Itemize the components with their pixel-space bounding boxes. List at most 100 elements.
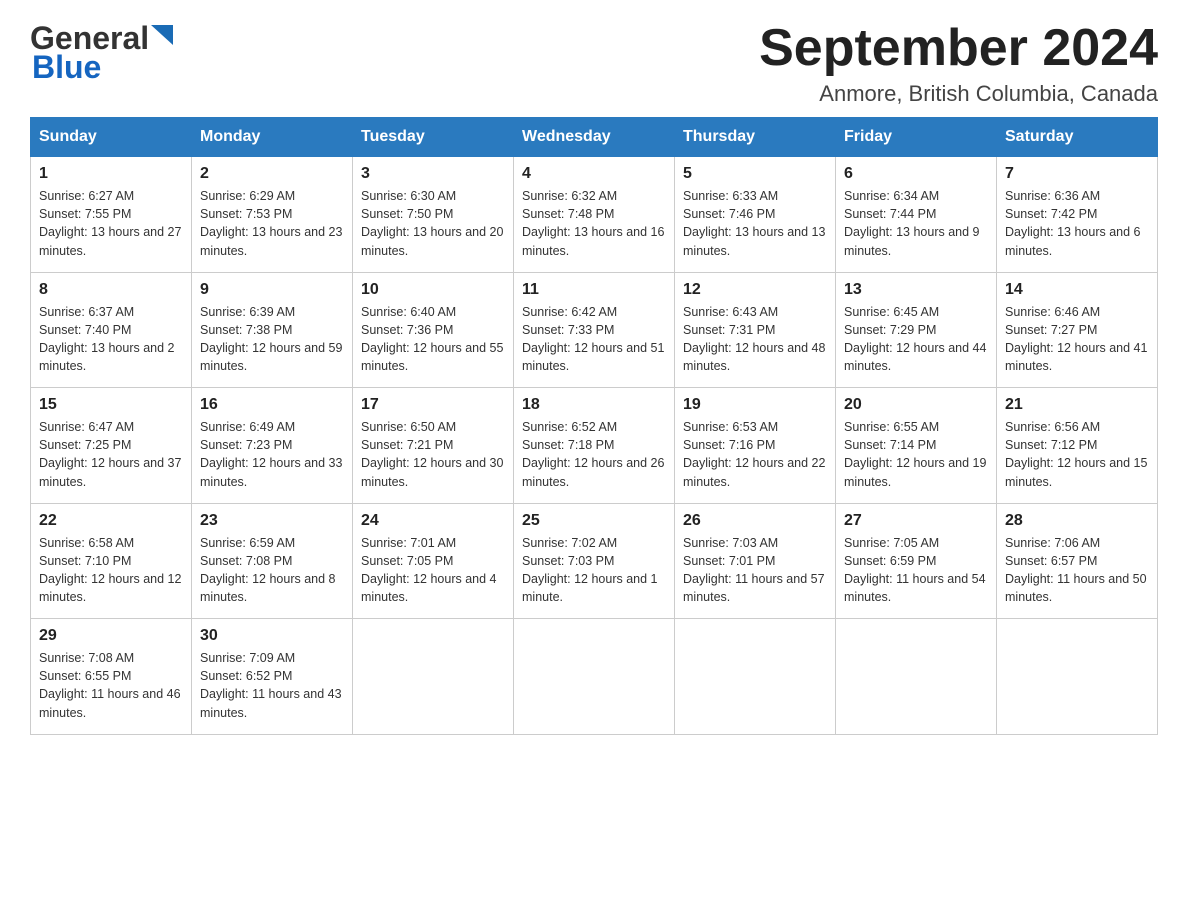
calendar-cell: 21 Sunrise: 6:56 AMSunset: 7:12 PMDaylig… — [997, 388, 1158, 504]
day-number: 20 — [844, 396, 988, 414]
week-row-3: 15 Sunrise: 6:47 AMSunset: 7:25 PMDaylig… — [31, 388, 1158, 504]
day-number: 26 — [683, 512, 827, 530]
calendar-cell: 27 Sunrise: 7:05 AMSunset: 6:59 PMDaylig… — [836, 503, 997, 619]
calendar-cell: 7 Sunrise: 6:36 AMSunset: 7:42 PMDayligh… — [997, 157, 1158, 273]
calendar-cell: 15 Sunrise: 6:47 AMSunset: 7:25 PMDaylig… — [31, 388, 192, 504]
calendar-cell: 23 Sunrise: 6:59 AMSunset: 7:08 PMDaylig… — [192, 503, 353, 619]
day-number: 24 — [361, 512, 505, 530]
day-info: Sunrise: 6:59 AMSunset: 7:08 PMDaylight:… — [200, 534, 344, 607]
calendar-cell: 22 Sunrise: 6:58 AMSunset: 7:10 PMDaylig… — [31, 503, 192, 619]
day-info: Sunrise: 6:32 AMSunset: 7:48 PMDaylight:… — [522, 187, 666, 260]
day-number: 1 — [39, 165, 183, 183]
day-info: Sunrise: 6:49 AMSunset: 7:23 PMDaylight:… — [200, 418, 344, 491]
day-number: 29 — [39, 627, 183, 645]
col-header-sunday: Sunday — [31, 118, 192, 157]
calendar-cell: 16 Sunrise: 6:49 AMSunset: 7:23 PMDaylig… — [192, 388, 353, 504]
calendar-table: SundayMondayTuesdayWednesdayThursdayFrid… — [30, 117, 1158, 735]
col-header-friday: Friday — [836, 118, 997, 157]
day-info: Sunrise: 7:02 AMSunset: 7:03 PMDaylight:… — [522, 534, 666, 607]
calendar-cell — [514, 619, 675, 735]
day-info: Sunrise: 7:03 AMSunset: 7:01 PMDaylight:… — [683, 534, 827, 607]
col-header-tuesday: Tuesday — [353, 118, 514, 157]
day-number: 8 — [39, 281, 183, 299]
day-info: Sunrise: 6:45 AMSunset: 7:29 PMDaylight:… — [844, 303, 988, 376]
logo: General Blue — [30, 20, 173, 86]
calendar-cell: 5 Sunrise: 6:33 AMSunset: 7:46 PMDayligh… — [675, 157, 836, 273]
day-number: 13 — [844, 281, 988, 299]
day-info: Sunrise: 6:46 AMSunset: 7:27 PMDaylight:… — [1005, 303, 1149, 376]
day-number: 11 — [522, 281, 666, 299]
day-info: Sunrise: 6:43 AMSunset: 7:31 PMDaylight:… — [683, 303, 827, 376]
day-info: Sunrise: 6:52 AMSunset: 7:18 PMDaylight:… — [522, 418, 666, 491]
day-info: Sunrise: 6:58 AMSunset: 7:10 PMDaylight:… — [39, 534, 183, 607]
day-number: 3 — [361, 165, 505, 183]
calendar-cell: 2 Sunrise: 6:29 AMSunset: 7:53 PMDayligh… — [192, 157, 353, 273]
day-number: 7 — [1005, 165, 1149, 183]
day-info: Sunrise: 6:27 AMSunset: 7:55 PMDaylight:… — [39, 187, 183, 260]
calendar-cell: 12 Sunrise: 6:43 AMSunset: 7:31 PMDaylig… — [675, 272, 836, 388]
week-row-4: 22 Sunrise: 6:58 AMSunset: 7:10 PMDaylig… — [31, 503, 1158, 619]
day-info: Sunrise: 6:53 AMSunset: 7:16 PMDaylight:… — [683, 418, 827, 491]
day-number: 4 — [522, 165, 666, 183]
calendar-cell — [675, 619, 836, 735]
day-number: 22 — [39, 512, 183, 530]
week-row-5: 29 Sunrise: 7:08 AMSunset: 6:55 PMDaylig… — [31, 619, 1158, 735]
col-header-thursday: Thursday — [675, 118, 836, 157]
day-number: 19 — [683, 396, 827, 414]
location: Anmore, British Columbia, Canada — [759, 81, 1158, 107]
col-header-wednesday: Wednesday — [514, 118, 675, 157]
calendar-cell: 10 Sunrise: 6:40 AMSunset: 7:36 PMDaylig… — [353, 272, 514, 388]
calendar-cell — [836, 619, 997, 735]
day-number: 30 — [200, 627, 344, 645]
day-info: Sunrise: 6:34 AMSunset: 7:44 PMDaylight:… — [844, 187, 988, 260]
week-row-2: 8 Sunrise: 6:37 AMSunset: 7:40 PMDayligh… — [31, 272, 1158, 388]
day-number: 28 — [1005, 512, 1149, 530]
calendar-cell: 25 Sunrise: 7:02 AMSunset: 7:03 PMDaylig… — [514, 503, 675, 619]
day-number: 23 — [200, 512, 344, 530]
day-number: 6 — [844, 165, 988, 183]
day-number: 25 — [522, 512, 666, 530]
calendar-cell: 3 Sunrise: 6:30 AMSunset: 7:50 PMDayligh… — [353, 157, 514, 273]
day-info: Sunrise: 7:06 AMSunset: 6:57 PMDaylight:… — [1005, 534, 1149, 607]
day-info: Sunrise: 7:05 AMSunset: 6:59 PMDaylight:… — [844, 534, 988, 607]
month-title: September 2024 — [759, 20, 1158, 77]
day-info: Sunrise: 6:50 AMSunset: 7:21 PMDaylight:… — [361, 418, 505, 491]
calendar-cell — [997, 619, 1158, 735]
day-info: Sunrise: 6:33 AMSunset: 7:46 PMDaylight:… — [683, 187, 827, 260]
day-info: Sunrise: 7:01 AMSunset: 7:05 PMDaylight:… — [361, 534, 505, 607]
calendar-cell: 14 Sunrise: 6:46 AMSunset: 7:27 PMDaylig… — [997, 272, 1158, 388]
day-info: Sunrise: 7:09 AMSunset: 6:52 PMDaylight:… — [200, 649, 344, 722]
day-number: 2 — [200, 165, 344, 183]
day-info: Sunrise: 6:29 AMSunset: 7:53 PMDaylight:… — [200, 187, 344, 260]
day-number: 17 — [361, 396, 505, 414]
day-number: 27 — [844, 512, 988, 530]
calendar-cell: 24 Sunrise: 7:01 AMSunset: 7:05 PMDaylig… — [353, 503, 514, 619]
day-info: Sunrise: 6:40 AMSunset: 7:36 PMDaylight:… — [361, 303, 505, 376]
day-info: Sunrise: 6:56 AMSunset: 7:12 PMDaylight:… — [1005, 418, 1149, 491]
day-number: 9 — [200, 281, 344, 299]
day-number: 12 — [683, 281, 827, 299]
day-info: Sunrise: 6:55 AMSunset: 7:14 PMDaylight:… — [844, 418, 988, 491]
day-info: Sunrise: 7:08 AMSunset: 6:55 PMDaylight:… — [39, 649, 183, 722]
calendar-cell: 26 Sunrise: 7:03 AMSunset: 7:01 PMDaylig… — [675, 503, 836, 619]
calendar-cell: 13 Sunrise: 6:45 AMSunset: 7:29 PMDaylig… — [836, 272, 997, 388]
day-number: 16 — [200, 396, 344, 414]
calendar-cell: 30 Sunrise: 7:09 AMSunset: 6:52 PMDaylig… — [192, 619, 353, 735]
calendar-cell: 8 Sunrise: 6:37 AMSunset: 7:40 PMDayligh… — [31, 272, 192, 388]
calendar-cell: 9 Sunrise: 6:39 AMSunset: 7:38 PMDayligh… — [192, 272, 353, 388]
logo-blue: Blue — [32, 49, 101, 86]
day-number: 5 — [683, 165, 827, 183]
calendar-cell: 6 Sunrise: 6:34 AMSunset: 7:44 PMDayligh… — [836, 157, 997, 273]
calendar-cell: 18 Sunrise: 6:52 AMSunset: 7:18 PMDaylig… — [514, 388, 675, 504]
logo-arrow-icon — [151, 25, 173, 55]
calendar-cell: 1 Sunrise: 6:27 AMSunset: 7:55 PMDayligh… — [31, 157, 192, 273]
day-info: Sunrise: 6:37 AMSunset: 7:40 PMDaylight:… — [39, 303, 183, 376]
week-row-1: 1 Sunrise: 6:27 AMSunset: 7:55 PMDayligh… — [31, 157, 1158, 273]
day-number: 14 — [1005, 281, 1149, 299]
calendar-cell: 17 Sunrise: 6:50 AMSunset: 7:21 PMDaylig… — [353, 388, 514, 504]
calendar-cell: 28 Sunrise: 7:06 AMSunset: 6:57 PMDaylig… — [997, 503, 1158, 619]
calendar-cell: 4 Sunrise: 6:32 AMSunset: 7:48 PMDayligh… — [514, 157, 675, 273]
day-info: Sunrise: 6:36 AMSunset: 7:42 PMDaylight:… — [1005, 187, 1149, 260]
day-number: 15 — [39, 396, 183, 414]
calendar-cell: 29 Sunrise: 7:08 AMSunset: 6:55 PMDaylig… — [31, 619, 192, 735]
